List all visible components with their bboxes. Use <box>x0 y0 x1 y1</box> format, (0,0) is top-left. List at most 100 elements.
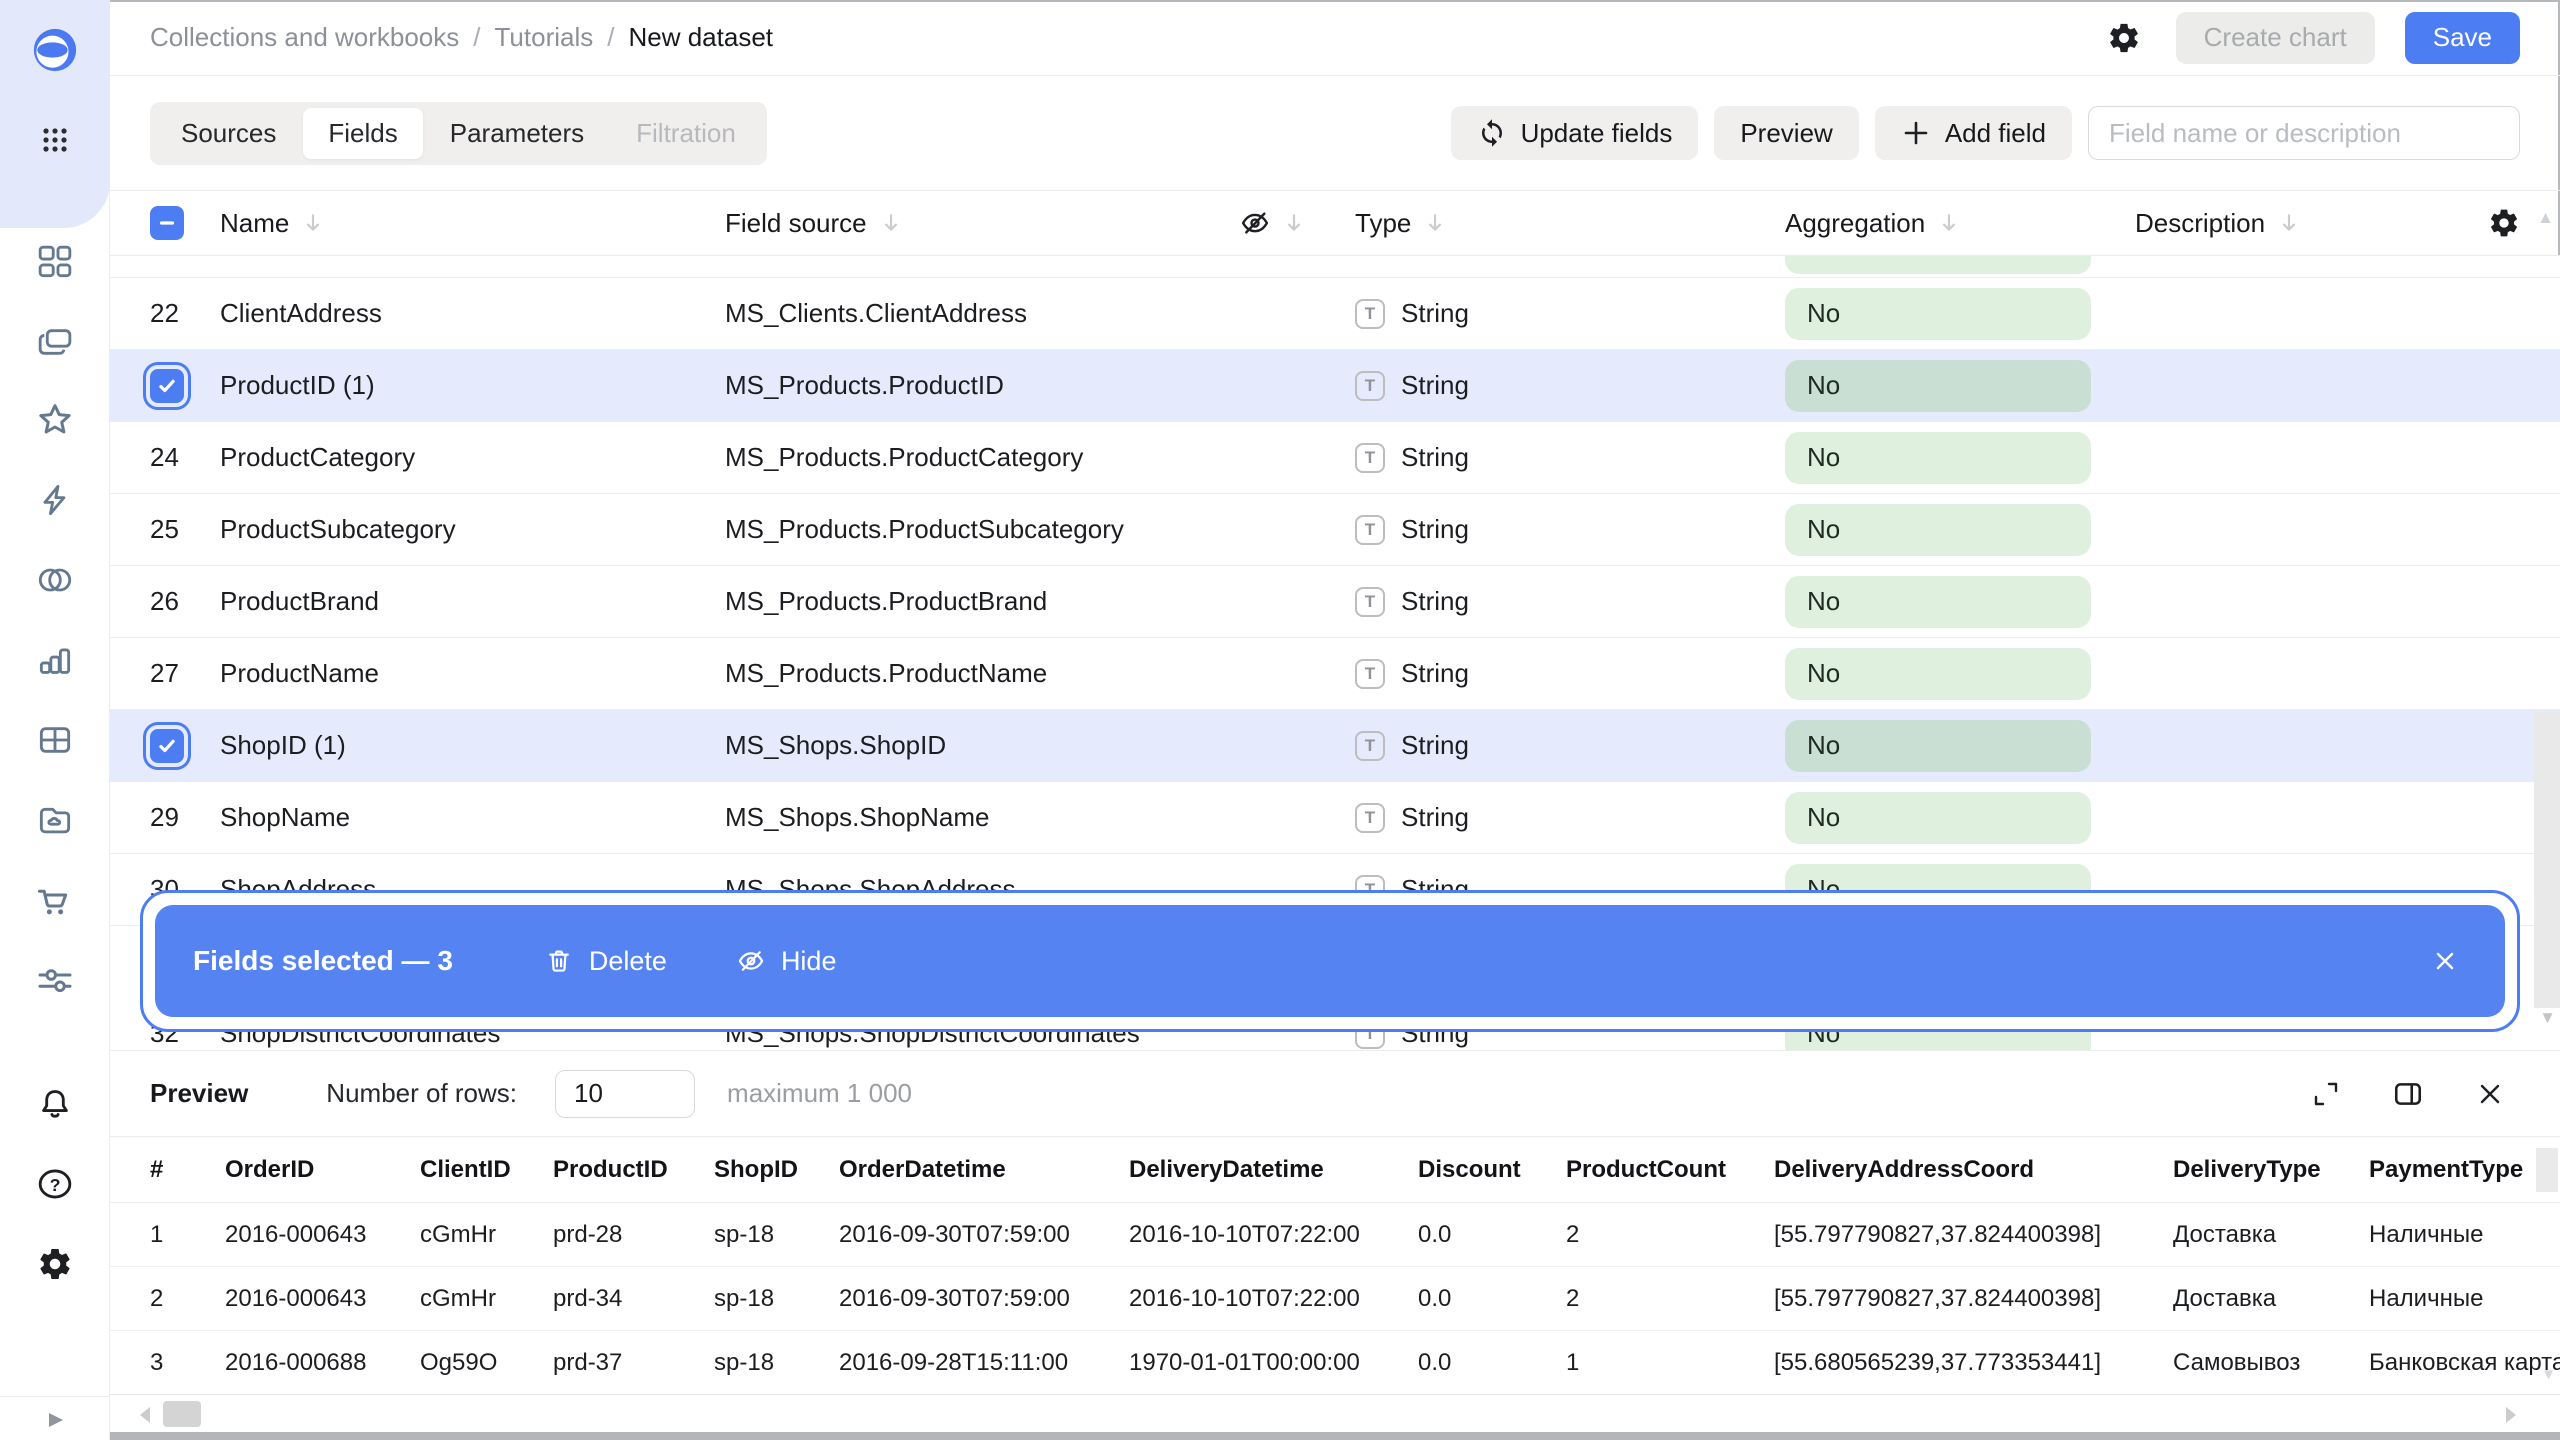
scroll-left-arrow-icon[interactable] <box>140 1407 150 1423</box>
marketplace-cart-icon[interactable] <box>33 878 77 922</box>
sort-arrow-icon[interactable] <box>301 211 325 235</box>
aggregation-select[interactable]: No <box>1785 720 2091 772</box>
aggregation-select[interactable]: No <box>1785 288 2091 340</box>
preview-scroll-down-icon[interactable]: ▼ <box>2541 1366 2556 1383</box>
notifications-bell-icon[interactable] <box>33 1082 77 1126</box>
preferences-sliders-icon[interactable] <box>33 958 77 1002</box>
collections-icon[interactable] <box>33 320 77 364</box>
preview-cell: 2016-09-30T07:59:00 <box>839 1221 1129 1249</box>
datalens-logo-icon[interactable] <box>33 28 77 72</box>
field-type[interactable]: T String <box>1355 370 1785 401</box>
sort-arrow-icon[interactable] <box>2277 211 2301 235</box>
preview-column-header: Discount <box>1418 1156 1566 1184</box>
field-name[interactable]: ProductCategory <box>220 442 725 473</box>
storage-folder-icon[interactable] <box>33 798 77 842</box>
field-aggregation: No <box>1785 504 2135 556</box>
close-selection-icon[interactable] <box>2423 939 2467 983</box>
type-label: String <box>1401 370 1469 401</box>
aggregation-select[interactable]: No <box>1785 432 2091 484</box>
string-type-icon: T <box>1355 371 1385 401</box>
field-name[interactable]: ProductSubcategory <box>220 514 725 545</box>
field-type[interactable]: TString <box>1355 802 1785 833</box>
dataset-settings-gear-icon[interactable] <box>2102 16 2146 60</box>
number-of-rows-input[interactable] <box>555 1070 695 1118</box>
settings-gear-icon[interactable] <box>33 1242 77 1286</box>
breadcrumb-item[interactable]: Collections and workbooks <box>150 22 459 53</box>
update-fields-label: Update fields <box>1521 118 1673 149</box>
field-type[interactable]: TString <box>1355 658 1785 689</box>
save-button[interactable]: Save <box>2405 12 2520 64</box>
dashboards-icon[interactable] <box>33 240 77 284</box>
columns-settings-gear-icon[interactable] <box>2450 207 2520 239</box>
string-type-icon: T <box>1355 731 1385 761</box>
aggregation-select[interactable]: No <box>1785 360 2091 412</box>
column-header-aggregation[interactable]: Aggregation <box>1785 208 2135 239</box>
apps-grid-icon[interactable] <box>33 118 77 162</box>
close-preview-icon[interactable] <box>2468 1072 2512 1116</box>
aggregation-select[interactable]: No <box>1785 576 2091 628</box>
aggregation-select[interactable]: No <box>1785 648 2091 700</box>
delete-selected-button[interactable]: Delete <box>545 946 667 977</box>
tab-parameters[interactable]: Parameters <box>425 108 609 159</box>
preview-button[interactable]: Preview <box>1714 106 1858 160</box>
favorites-star-icon[interactable] <box>33 398 77 442</box>
add-field-button[interactable]: Add field <box>1875 106 2072 160</box>
preview-cell: 2016-09-30T07:59:00 <box>839 1285 1129 1313</box>
column-header-description[interactable]: Description <box>2135 208 2450 239</box>
create-chart-button[interactable]: Create chart <box>2176 12 2375 64</box>
hide-selected-button[interactable]: Hide <box>737 946 837 977</box>
aggregation-column-label: Aggregation <box>1785 208 1925 239</box>
field-actions: Update fields Preview Add field <box>1451 106 2520 160</box>
aggregation-select[interactable]: No <box>1785 504 2091 556</box>
sort-arrow-icon[interactable] <box>1423 211 1447 235</box>
field-type[interactable]: TString <box>1355 586 1785 617</box>
field-name[interactable]: ShopName <box>220 802 725 833</box>
fields-scroll-up-icon[interactable]: ▲ <box>2537 208 2554 228</box>
column-header-hidden[interactable] <box>1240 208 1355 238</box>
field-name[interactable]: ProductID (1) <box>220 370 725 401</box>
relations-icon[interactable] <box>33 558 77 602</box>
sort-arrow-icon[interactable] <box>1282 211 1306 235</box>
column-header-name[interactable]: Name <box>220 208 725 239</box>
fields-scroll-down-icon[interactable]: ▼ <box>2539 1008 2556 1028</box>
preview-cell: 2016-000643 <box>225 1285 420 1313</box>
preview-cell: 2 <box>1566 1221 1774 1249</box>
row-checkbox[interactable] <box>150 729 184 763</box>
update-fields-button[interactable]: Update fields <box>1451 106 1699 160</box>
field-type[interactable]: TString <box>1355 730 1785 761</box>
expand-preview-icon[interactable] <box>2304 1072 2348 1116</box>
field-search-input[interactable] <box>2088 106 2520 160</box>
tab-fields[interactable]: Fields <box>303 108 422 159</box>
preview-cell: prd-37 <box>553 1349 714 1377</box>
row-checkbox[interactable] <box>150 369 184 403</box>
horizontal-scrollbar[interactable] <box>110 1394 2560 1432</box>
column-header-type[interactable]: Type <box>1355 208 1785 239</box>
aggregation-select[interactable]: No <box>1785 792 2091 844</box>
horizontal-scroll-thumb[interactable] <box>163 1401 201 1427</box>
split-view-icon[interactable] <box>2386 1072 2430 1116</box>
preview-table-row: 22016-000643cGmHrprd-34sp-182016-09-30T0… <box>110 1267 2560 1331</box>
select-all-checkbox[interactable] <box>150 206 184 240</box>
tab-sources[interactable]: Sources <box>156 108 301 159</box>
sort-arrow-icon[interactable] <box>1937 211 1961 235</box>
help-icon[interactable]: ? <box>33 1162 77 1206</box>
field-type[interactable]: TString <box>1355 514 1785 545</box>
scroll-right-arrow-icon[interactable] <box>2506 1407 2516 1423</box>
column-header-field-source[interactable]: Field source <box>725 208 1240 239</box>
quick-actions-lightning-icon[interactable] <box>33 478 77 522</box>
field-name[interactable]: ClientAddress <box>220 298 725 329</box>
field-name[interactable]: ShopID (1) <box>220 730 725 761</box>
breadcrumb-item[interactable]: Tutorials <box>495 22 594 53</box>
tables-icon[interactable] <box>33 718 77 762</box>
field-type[interactable]: TString <box>1355 442 1785 473</box>
expand-sidebar-play-icon[interactable] <box>33 1398 77 1440</box>
aggregation-select[interactable] <box>1785 256 2091 274</box>
field-name[interactable]: ProductName <box>220 658 725 689</box>
add-field-label: Add field <box>1945 118 2046 149</box>
preview-scroll-thumb[interactable] <box>2536 1148 2558 1192</box>
field-type[interactable]: TString <box>1355 298 1785 329</box>
charts-icon[interactable] <box>33 638 77 682</box>
sort-arrow-icon[interactable] <box>879 211 903 235</box>
fields-scroll-thumb[interactable] <box>2534 712 2560 1008</box>
field-name[interactable]: ProductBrand <box>220 586 725 617</box>
